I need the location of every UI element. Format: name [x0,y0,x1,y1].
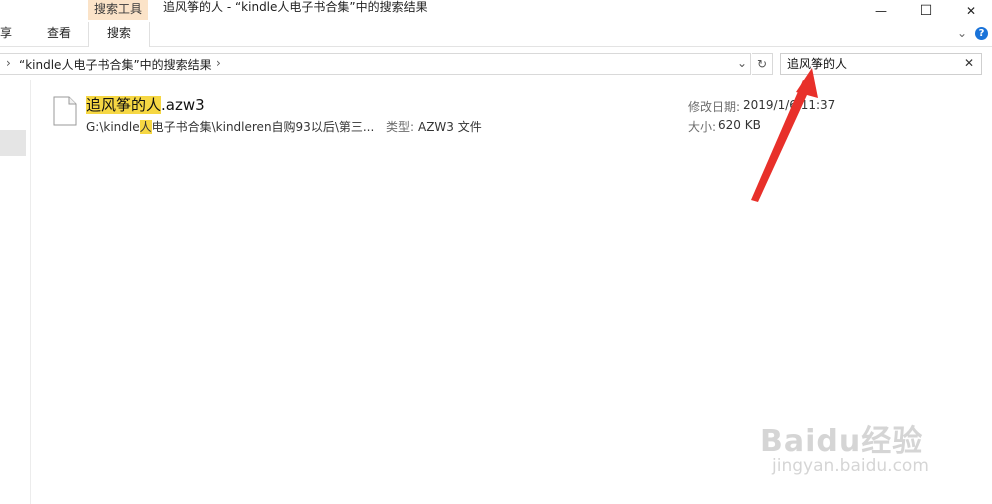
watermark-logo-text: Baidu经验 [760,424,924,459]
search-tools-context-tab[interactable]: 搜索工具 [88,0,148,20]
file-name-extension: .azw3 [161,96,205,114]
search-box[interactable]: ✕ [780,53,982,75]
breadcrumb-chevron-icon[interactable]: › [6,56,11,70]
nav-selected-item[interactable] [0,130,26,156]
maximize-button[interactable]: ☐ [903,0,949,22]
refresh-icon: ↻ [756,57,768,71]
breadcrumb-location[interactable]: “kindle人电子书合集”中的搜索结果 [19,56,212,73]
maximize-icon: ☐ [919,3,933,19]
file-path-end: 电子书合集\kindleren自购93以后\第三... [151,120,375,134]
file-size-label: 大小: [688,120,717,134]
navigation-pane[interactable] [0,80,31,504]
file-path-match: 人 [139,120,152,134]
tab-search[interactable]: 搜索 [88,22,150,47]
search-input[interactable] [787,55,957,72]
close-button[interactable]: ✕ [948,0,992,22]
file-size-value: 620 KB [718,118,761,132]
file-path: G:\kindle人电子书合集\kindleren自购93以后\第三... [86,118,374,135]
tab-view[interactable]: 查看 [47,22,71,46]
file-name-match: 追风筝的人 [86,96,162,114]
ribbon-tabs: 共享 查看 搜索 ⌄ ? [0,22,992,47]
help-icon[interactable]: ? [975,27,988,40]
minimize-button[interactable]: — [858,0,904,22]
file-name[interactable]: 追风筝的人.azw3 [86,94,205,115]
file-type-label: 类型: [386,120,415,134]
ribbon-expand-icon[interactable]: ⌄ [957,26,967,40]
window-title: 追风筝的人 - “kindle人电子书合集”中的搜索结果 [163,0,428,14]
tab-share[interactable]: 共享 [0,22,12,46]
watermark: Baidu经验 jingyan.baidu.com [760,398,980,488]
refresh-button[interactable]: ↻ [752,53,773,75]
address-dropdown-icon[interactable]: ⌄ [737,56,747,70]
breadcrumb-chevron-icon[interactable]: › [216,56,221,70]
file-path-start: G:\kindle [86,120,140,134]
minimize-icon: — [875,4,887,18]
modified-date-value: 2019/1/6 11:37 [743,98,836,112]
file-icon [53,96,77,126]
address-bar[interactable]: › “kindle人电子书合集”中的搜索结果 › ⌄ [0,53,751,75]
watermark-url: jingyan.baidu.com [772,456,929,476]
file-type-value: AZW3 文件 [418,120,482,134]
clear-search-icon[interactable]: ✕ [964,56,974,70]
modified-date-label: 修改日期: [688,100,741,114]
title-bar: 搜索工具 追风筝的人 - “kindle人电子书合集”中的搜索结果 — ☐ ✕ [0,0,992,22]
close-icon: ✕ [965,4,977,18]
address-row: › “kindle人电子书合集”中的搜索结果 › ⌄ ↻ ✕ [0,47,992,79]
